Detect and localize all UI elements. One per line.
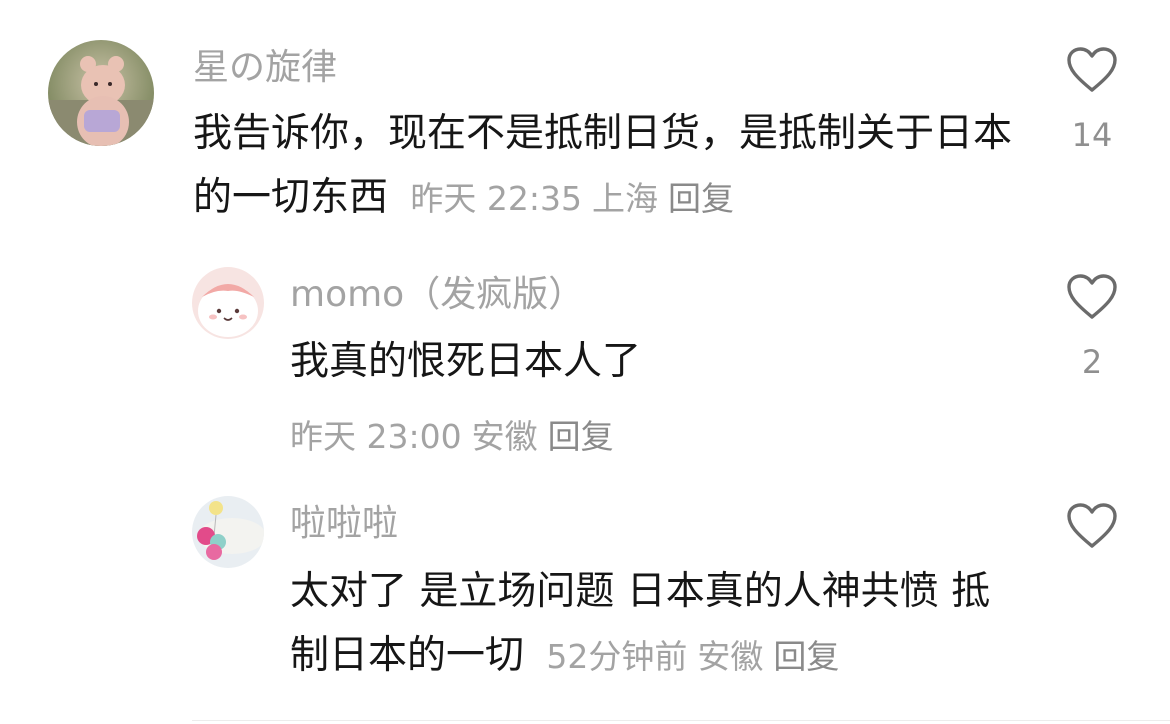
heart-icon	[1067, 47, 1117, 92]
heart-icon	[1067, 274, 1117, 319]
like-button[interactable]	[1062, 502, 1122, 572]
username[interactable]: 星の旋律	[193, 46, 337, 90]
divider	[192, 720, 1170, 721]
reply-button[interactable]: 回复	[548, 417, 614, 456]
like-button[interactable]: 2	[1062, 273, 1122, 381]
comment-time: 52分钟前	[546, 637, 688, 676]
comment-meta: 昨天 23:00 安徽 回复	[290, 410, 614, 458]
comment-text: 我告诉你，现在不是抵制日货，是抵制关于日本的一切东西 昨天 22:35 上海 回复	[193, 102, 1023, 231]
comment-meta: 昨天 22:35 上海 回复	[400, 179, 734, 218]
plush-bear-photo-icon	[48, 40, 154, 146]
comment-text: 我真的恨死日本人了	[290, 330, 1020, 394]
comment-meta: 52分钟前 安徽 回复	[536, 637, 839, 676]
like-count: 2	[1081, 343, 1103, 381]
balloons-picture-icon	[192, 496, 264, 568]
like-count: 14	[1071, 116, 1113, 154]
comment-time: 昨天 23:00	[290, 417, 462, 456]
avatar[interactable]	[192, 267, 264, 339]
heart-icon	[1067, 503, 1117, 548]
avatar[interactable]	[192, 496, 264, 568]
comment-text: 太对了 是立场问题 日本真的人神共愤 抵制日本的一切 52分钟前 安徽 回复	[290, 560, 1000, 689]
username[interactable]: 啦啦啦	[290, 502, 398, 546]
reply-button[interactable]: 回复	[668, 179, 734, 218]
comment-location: 上海	[592, 179, 659, 218]
username[interactable]: momo（发疯版）	[290, 273, 584, 317]
comment-content: 我真的恨死日本人了	[290, 339, 642, 384]
cute-blob-character-icon	[192, 267, 264, 339]
reply-button[interactable]: 回复	[773, 637, 839, 676]
comment-time: 昨天 22:35	[410, 179, 583, 218]
avatar[interactable]	[48, 40, 154, 146]
like-button[interactable]: 14	[1062, 46, 1122, 154]
comment-location: 安徽	[471, 417, 538, 456]
comment-location: 安徽	[697, 637, 764, 676]
